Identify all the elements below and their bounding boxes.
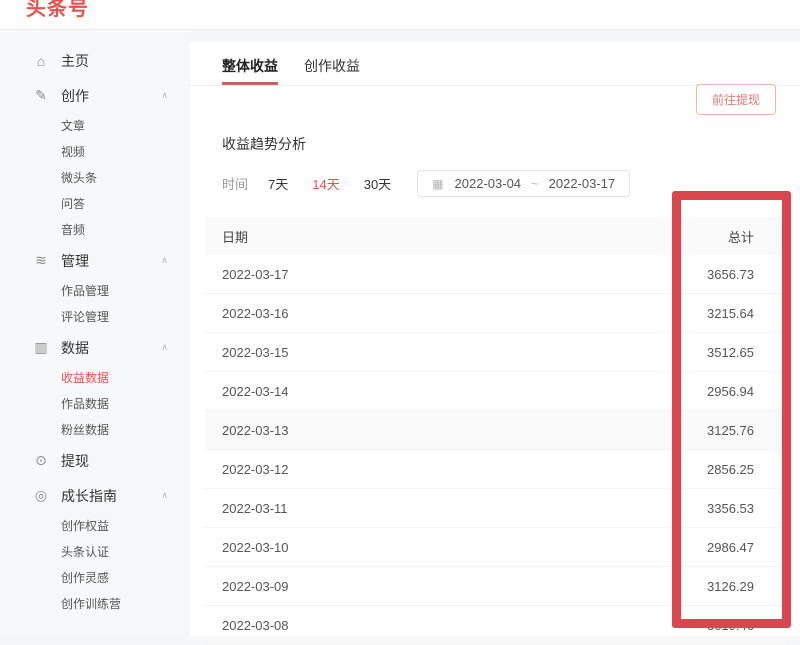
cell-total: 3125.76 bbox=[707, 423, 754, 438]
sidebar-item-label: 成长指南 bbox=[61, 486, 117, 506]
date-start: 2022-03-04 bbox=[455, 176, 522, 191]
pencil-icon: ✎ bbox=[32, 87, 50, 104]
sidebar-item-label: 数据 bbox=[61, 338, 89, 358]
toutiao-logo[interactable]: 头条号 bbox=[26, 0, 89, 21]
table-row[interactable]: 2022-03-13 3125.76 bbox=[205, 411, 790, 450]
sidebar-subitem-作品管理[interactable]: 作品管理 bbox=[0, 278, 190, 304]
cell-total: 3356.53 bbox=[707, 501, 754, 516]
home-icon: ⌂ bbox=[32, 53, 50, 69]
date-separator: ~ bbox=[531, 176, 539, 191]
table-row[interactable]: 2022-03-17 3656.73 bbox=[205, 255, 790, 294]
table-row[interactable]: 2022-03-10 2986.47 bbox=[205, 528, 790, 567]
earnings-table-body: 2022-03-173656.732022-03-163215.642022-0… bbox=[205, 255, 790, 645]
sidebar-subitem-微头条[interactable]: 微头条 bbox=[0, 165, 190, 191]
coin-icon: ⊙ bbox=[32, 452, 50, 469]
sidebar-subitem-头条认证[interactable]: 头条认证 bbox=[0, 539, 190, 565]
column-header-date: 日期 bbox=[222, 227, 248, 246]
cell-total: 3656.73 bbox=[707, 267, 754, 282]
main-panel: 整体收益创作收益 前往提现 收益趋势分析 时间 7天 14天 30天 ▦ 2022-… bbox=[190, 42, 800, 636]
sidebar-item-label: 管理 bbox=[61, 251, 89, 271]
sidebar-subitem-创作训练营[interactable]: 创作训练营 bbox=[0, 591, 190, 617]
sidebar-nav: ⌂ 主页 ✎ 创作 ∧ 文章视频微头条问答音频 ≋ 管理 ∧ 作品管理评论管理 ▥ 数据 ∧ 收益数据作品… bbox=[0, 43, 190, 617]
table-row[interactable]: 2022-03-15 3512.65 bbox=[205, 333, 790, 372]
layers-icon: ≋ bbox=[32, 252, 50, 269]
cell-date: 2022-03-09 bbox=[222, 579, 289, 594]
sidebar-subitem-音频[interactable]: 音频 bbox=[0, 217, 190, 243]
sidebar-subitem-创作灵感[interactable]: 创作灵感 bbox=[0, 565, 190, 591]
cell-date: 2022-03-13 bbox=[222, 423, 289, 438]
sidebar-item-label: 创作 bbox=[61, 86, 89, 106]
sidebar-subitem-问答[interactable]: 问答 bbox=[0, 191, 190, 217]
sidebar-subitem-粉丝数据[interactable]: 粉丝数据 bbox=[0, 417, 190, 443]
range-option-30天[interactable]: 30天 bbox=[364, 174, 391, 193]
top-header: 头条号 bbox=[0, 0, 800, 30]
cell-total: 3019.46 bbox=[707, 618, 754, 633]
sidebar-item-label: 主页 bbox=[61, 51, 89, 71]
table-header: 日期 总计 bbox=[205, 217, 790, 255]
main-content: 收益趋势分析 时间 7天 14天 30天 ▦ 2022-03-04 ~ 2022-0… bbox=[190, 86, 800, 645]
date-range-picker[interactable]: ▦ 2022-03-04 ~ 2022-03-17 bbox=[417, 170, 630, 197]
cell-date: 2022-03-11 bbox=[222, 501, 288, 516]
cell-date: 2022-03-14 bbox=[222, 384, 289, 399]
range-options: 7天 14天 30天 bbox=[268, 174, 415, 193]
cell-date: 2022-03-16 bbox=[222, 306, 289, 321]
cell-total: 2956.94 bbox=[707, 384, 754, 399]
range-option-7天[interactable]: 7天 bbox=[268, 174, 288, 193]
sidebar-subitem-文章[interactable]: 文章 bbox=[0, 113, 190, 139]
cell-date: 2022-03-17 bbox=[222, 267, 289, 282]
sidebar-item-manage[interactable]: ≋ 管理 ∧ bbox=[0, 243, 190, 278]
sidebar-item-data[interactable]: ▥ 数据 ∧ bbox=[0, 330, 190, 365]
sidebar-subitem-评论管理[interactable]: 评论管理 bbox=[0, 304, 190, 330]
compass-icon: ◎ bbox=[32, 487, 50, 504]
table-row[interactable]: 2022-03-14 2956.94 bbox=[205, 372, 790, 411]
cell-total: 3215.64 bbox=[707, 306, 754, 321]
column-header-total: 总计 bbox=[728, 227, 754, 246]
cell-total: 2856.25 bbox=[707, 462, 754, 477]
revenue-tabbar: 整体收益创作收益 bbox=[190, 42, 800, 86]
chevron-up-icon: ∧ bbox=[161, 90, 168, 101]
cell-total: 3512.65 bbox=[707, 345, 754, 360]
sidebar-subitem-作品数据[interactable]: 作品数据 bbox=[0, 391, 190, 417]
sidebar-subitem-收益数据[interactable]: 收益数据 bbox=[0, 365, 190, 391]
cell-total: 3126.29 bbox=[707, 579, 754, 594]
cell-date: 2022-03-10 bbox=[222, 540, 289, 555]
sidebar: ⌂ 主页 ✎ 创作 ∧ 文章视频微头条问答音频 ≋ 管理 ∧ 作品管理评论管理 ▥ 数据 ∧ 收益数据作品… bbox=[0, 31, 190, 636]
tab-创作收益[interactable]: 创作收益 bbox=[304, 56, 360, 85]
table-row[interactable]: 2022-03-09 3126.29 bbox=[205, 567, 790, 606]
sidebar-subitem-视频[interactable]: 视频 bbox=[0, 139, 190, 165]
sidebar-item-label: 提现 bbox=[61, 451, 89, 471]
bar-chart-icon: ▥ bbox=[32, 339, 50, 356]
go-withdraw-button[interactable]: 前往提现 bbox=[696, 84, 776, 115]
table-row[interactable]: 2022-03-16 3215.64 bbox=[205, 294, 790, 333]
range-option-14天[interactable]: 14天 bbox=[312, 174, 339, 193]
table-row[interactable]: 2022-03-08 3019.46 bbox=[205, 606, 790, 645]
section-title: 收益趋势分析 bbox=[222, 134, 800, 154]
cell-total: 2986.47 bbox=[707, 540, 754, 555]
cell-date: 2022-03-12 bbox=[222, 462, 289, 477]
filter-row: 时间 7天 14天 30天 ▦ 2022-03-04 ~ 2022-03-17 bbox=[222, 170, 800, 197]
sidebar-item-growth[interactable]: ◎ 成长指南 ∧ bbox=[0, 478, 190, 513]
date-end: 2022-03-17 bbox=[549, 176, 616, 191]
chevron-up-icon: ∧ bbox=[161, 255, 168, 266]
chevron-up-icon: ∧ bbox=[161, 342, 168, 353]
sidebar-item-create[interactable]: ✎ 创作 ∧ bbox=[0, 78, 190, 113]
tab-整体收益[interactable]: 整体收益 bbox=[222, 56, 278, 85]
table-row[interactable]: 2022-03-11 3356.53 bbox=[205, 489, 790, 528]
table-row[interactable]: 2022-03-12 2856.25 bbox=[205, 450, 790, 489]
time-filter-label: 时间 bbox=[222, 174, 248, 193]
sidebar-subitem-创作权益[interactable]: 创作权益 bbox=[0, 513, 190, 539]
cell-date: 2022-03-15 bbox=[222, 345, 289, 360]
chevron-up-icon: ∧ bbox=[161, 490, 168, 501]
earnings-table: 日期 总计 2022-03-17 3656.73 2022-03-16 3215.64… bbox=[205, 217, 790, 645]
sidebar-item-home[interactable]: ⌂ 主页 bbox=[0, 43, 190, 78]
cell-date: 2022-03-08 bbox=[222, 618, 289, 633]
sidebar-item-withdraw[interactable]: ⊙ 提现 bbox=[0, 443, 190, 478]
calendar-icon: ▦ bbox=[432, 177, 443, 191]
